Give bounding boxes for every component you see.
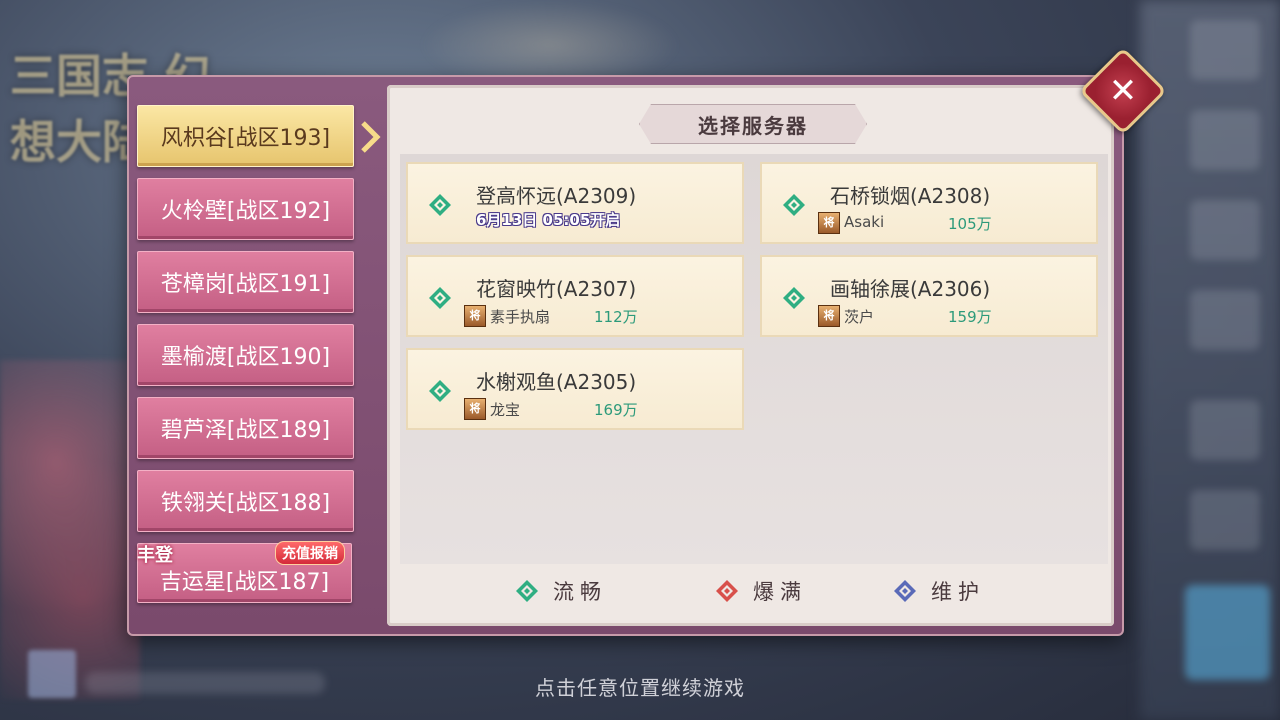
- right-menu-button[interactable]: [1190, 400, 1260, 460]
- zone-tab-193[interactable]: 风枳谷[战区193]: [137, 105, 354, 167]
- status-full-icon: [716, 580, 738, 602]
- legend-label: 爆满: [753, 580, 807, 604]
- zone-tab-list: 风枳谷[战区193] 火柃壁[战区192] 苍樟岗[战区191] 墨榆渡[战区1…: [129, 77, 384, 634]
- legend-maintenance: 维护: [893, 576, 985, 606]
- role-power: 159万: [948, 308, 992, 326]
- general-badge-icon: 将: [464, 398, 486, 420]
- server-name: 画轴徐展(A2306): [830, 277, 991, 301]
- server-card[interactable]: 画轴徐展(A2306) 将 茨户 159万: [760, 255, 1098, 337]
- status-maintenance-icon: [894, 580, 916, 602]
- general-badge-icon: 将: [818, 305, 840, 327]
- role-name: 素手执扇: [490, 308, 551, 326]
- server-name: 石桥锁烟(A2308): [830, 184, 991, 208]
- role-power: 112万: [594, 308, 638, 326]
- continue-hint[interactable]: 点击任意位置继续游戏: [0, 672, 1280, 701]
- recharge-badge: 充值报销: [275, 541, 345, 565]
- server-card[interactable]: 花窗映竹(A2307) 将 素手执扇 112万: [406, 255, 744, 337]
- close-icon: ✕: [1108, 71, 1138, 111]
- legend-smooth: 流畅: [515, 576, 607, 606]
- zone-tab-190[interactable]: 墨榆渡[战区190]: [137, 324, 354, 386]
- zone-tab-192[interactable]: 火柃壁[战区192]: [137, 178, 354, 240]
- right-menu-button[interactable]: [1190, 110, 1260, 170]
- status-smooth-icon: [429, 287, 451, 309]
- role-name: 茨户: [844, 308, 875, 326]
- server-name: 花窗映竹(A2307): [476, 277, 637, 301]
- legend-full: 爆满: [715, 576, 807, 606]
- zone-tab-188[interactable]: 铁翎关[战区188]: [137, 470, 354, 532]
- right-menu-button[interactable]: [1190, 290, 1260, 350]
- right-feature-button[interactable]: [1185, 585, 1270, 680]
- status-smooth-icon: [516, 580, 538, 602]
- legend-label: 维护: [931, 580, 985, 604]
- server-card[interactable]: 石桥锁烟(A2308) 将 Asaki 105万: [760, 162, 1098, 244]
- general-badge-icon: 将: [464, 305, 486, 327]
- general-badge-icon: 将: [818, 212, 840, 234]
- active-tab-arrow-icon: [361, 121, 381, 153]
- open-time: 6月13日 05:05开启: [476, 211, 621, 229]
- status-smooth-icon: [783, 287, 805, 309]
- role-name: Asaki: [844, 213, 885, 231]
- right-menu-button[interactable]: [1190, 490, 1260, 550]
- status-smooth-icon: [429, 194, 451, 216]
- server-card[interactable]: 水榭观鱼(A2305) 将 龙宝 169万: [406, 348, 744, 430]
- server-card[interactable]: 登高怀远(A2309) 6月13日 05:05开启: [406, 162, 744, 244]
- server-select-panel: 风枳谷[战区193] 火柃壁[战区192] 苍樟岗[战区191] 墨榆渡[战区1…: [127, 75, 1124, 636]
- background-blossom: [0, 360, 140, 700]
- role-power: 169万: [594, 401, 638, 419]
- server-list: 登高怀远(A2309) 6月13日 05:05开启 石桥锁烟(A2308) 将 …: [400, 154, 1108, 564]
- zone-tab-189[interactable]: 碧芦泽[战区189]: [137, 397, 354, 459]
- legend-label: 流畅: [553, 580, 607, 604]
- server-content: 选择服务器 登高怀远(A2309) 6月13日 05:05开启 石桥锁烟(A23…: [387, 85, 1114, 626]
- role-name: 龙宝: [490, 401, 521, 419]
- server-name: 水榭观鱼(A2305): [476, 370, 637, 394]
- zone-tab-191[interactable]: 苍樟岗[战区191]: [137, 251, 354, 313]
- right-menu-button[interactable]: [1190, 20, 1260, 80]
- panel-title: 选择服务器: [639, 104, 867, 144]
- status-smooth-icon: [429, 380, 451, 402]
- harvest-badge: 丰登: [137, 545, 173, 566]
- status-smooth-icon: [783, 194, 805, 216]
- role-power: 105万: [948, 215, 992, 233]
- right-menu-button[interactable]: [1190, 200, 1260, 260]
- server-name: 登高怀远(A2309): [476, 184, 637, 208]
